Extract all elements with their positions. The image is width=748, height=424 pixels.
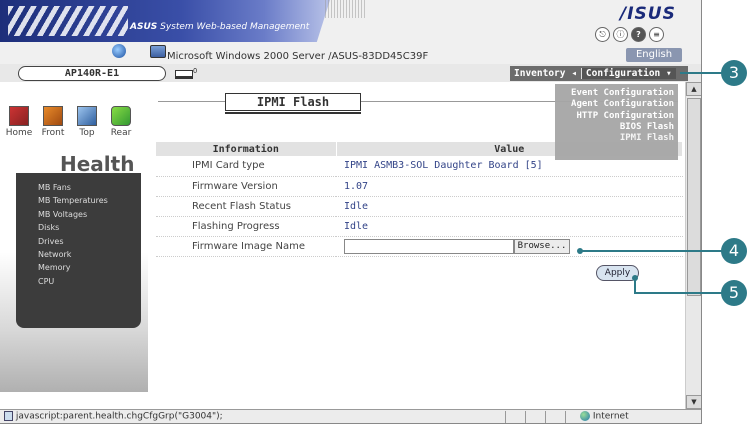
- nav-configuration[interactable]: Configuration ▾: [580, 68, 676, 79]
- callout-4: 4: [721, 238, 747, 264]
- row-value: Idle: [336, 216, 683, 237]
- menu-item-event-configuration[interactable]: Event Configuration: [555, 88, 674, 99]
- health-item-disks[interactable]: Disks: [38, 221, 141, 234]
- row-value: Idle: [336, 196, 683, 217]
- menu-item-bios-flash[interactable]: BIOS Flash: [555, 122, 674, 133]
- brand-banner: [0, 0, 330, 42]
- status-pane: [565, 411, 566, 423]
- scroll-up-icon[interactable]: ▲: [686, 82, 701, 96]
- home-icon: [9, 106, 29, 126]
- firmware-image-input[interactable]: [344, 238, 514, 254]
- asus-stripes-logo: [8, 6, 128, 36]
- health-item-memory[interactable]: Memory: [38, 261, 141, 274]
- header-texture: [325, 0, 365, 18]
- tool-icons: ⎋ ⓘ ? ≡: [595, 27, 664, 42]
- table-row: Recent Flash Status Idle: [156, 196, 683, 217]
- health-item-cpu[interactable]: CPU: [38, 275, 141, 288]
- menu-item-agent-configuration[interactable]: Agent Configuration: [555, 99, 674, 110]
- view-home-label: Home: [5, 128, 33, 138]
- brand-rest: System Web-based Management: [157, 22, 310, 32]
- callout-5: 5: [721, 280, 747, 306]
- scroll-thumb[interactable]: [687, 98, 701, 296]
- globe-icon: [112, 44, 126, 58]
- callout-5-leader: [634, 292, 722, 294]
- info-icon[interactable]: ⓘ: [613, 27, 628, 42]
- computer-icon: [149, 44, 166, 58]
- row-label: Flashing Progress: [156, 216, 336, 237]
- table-row: Flashing Progress Idle: [156, 216, 683, 237]
- view-front[interactable]: Front: [37, 106, 69, 138]
- rear-icon: [111, 106, 131, 126]
- vertical-scrollbar[interactable]: ▲ ▼: [685, 82, 701, 409]
- logout-icon[interactable]: ⎋: [595, 27, 610, 42]
- server-icons: [112, 44, 166, 58]
- callout-5-dot: [632, 275, 638, 281]
- scroll-down-icon[interactable]: ▼: [686, 395, 701, 409]
- alert-count-value: 0: [193, 67, 198, 75]
- status-message: javascript:parent.health.chgCfgGrp("G300…: [15, 411, 223, 422]
- callout-3-leader: [680, 72, 722, 74]
- health-item-mb-fans[interactable]: MB Fans: [38, 181, 141, 194]
- app-header: ASUS System Web-based Management Microso…: [0, 0, 701, 64]
- status-bar: javascript:parent.health.chgCfgGrp("G300…: [0, 409, 701, 423]
- brand-prefix: ASUS: [130, 22, 158, 32]
- view-rear[interactable]: Rear: [105, 106, 137, 138]
- page-title: IPMI Flash: [225, 93, 361, 114]
- table-row: Firmware Image Name Browse...: [156, 236, 683, 257]
- host-name: AP140R-E1: [18, 66, 166, 81]
- internet-globe-icon: [580, 411, 590, 421]
- view-top-label: Top: [79, 128, 95, 138]
- view-rear-label: Rear: [110, 128, 132, 138]
- security-zone: Internet: [580, 411, 629, 422]
- configuration-menu: Event Configuration Agent Configuration …: [555, 84, 678, 160]
- health-item-mb-temperatures[interactable]: MB Temperatures: [38, 194, 141, 207]
- menu-bar: AP140R-E1 0 Inventory ◂ Configuration ▾: [0, 64, 701, 82]
- page-icon: [4, 411, 13, 421]
- alert-count: 0: [175, 67, 197, 79]
- left-navigation: Home Front Top Rear Health MB Fans MB Te…: [0, 82, 148, 392]
- front-icon: [43, 106, 63, 126]
- health-panel: MB Fans MB Temperatures MB Voltages Disk…: [16, 173, 141, 328]
- row-label: Firmware Image Name: [156, 236, 336, 257]
- row-label: IPMI Card type: [156, 156, 336, 177]
- menu-item-ipmi-flash[interactable]: IPMI Flash: [555, 133, 674, 144]
- language-button[interactable]: English: [626, 48, 682, 62]
- status-pane: [505, 411, 506, 423]
- server-name: Microsoft Windows 2000 Server /ASUS-83DD…: [167, 51, 429, 62]
- tray-icon: [175, 69, 193, 79]
- view-icons: Home Front Top Rear: [3, 106, 137, 138]
- row-value: 1.07: [336, 176, 683, 197]
- column-information: Information: [156, 142, 337, 156]
- status-pane: [545, 411, 546, 423]
- callout-3: 3: [721, 60, 747, 86]
- status-text: javascript:parent.health.chgCfgGrp("G300…: [4, 411, 223, 422]
- top-nav: Inventory ◂ Configuration ▾: [510, 66, 688, 81]
- health-item-network[interactable]: Network: [38, 248, 141, 261]
- row-label: Firmware Version: [156, 176, 336, 197]
- status-pane: [525, 411, 526, 423]
- menu-item-http-configuration[interactable]: HTTP Configuration: [555, 111, 674, 122]
- brand-title: ASUS System Web-based Management: [130, 22, 309, 32]
- health-item-drives[interactable]: Drives: [38, 235, 141, 248]
- top-icon: [77, 106, 97, 126]
- nav-inventory[interactable]: Inventory ◂: [510, 68, 581, 79]
- row-label: Recent Flash Status: [156, 196, 336, 217]
- zone-label: Internet: [592, 411, 629, 422]
- callout-4-leader: [580, 250, 722, 252]
- asus-logo: /ISUS: [620, 4, 676, 24]
- view-front-label: Front: [41, 128, 65, 138]
- help-icon[interactable]: ?: [631, 27, 646, 42]
- document-icon[interactable]: ≡: [649, 27, 664, 42]
- firmware-file-cell: Browse...: [336, 236, 683, 257]
- callout-4-dot: [577, 248, 583, 254]
- view-home[interactable]: Home: [3, 106, 35, 138]
- browse-button[interactable]: Browse...: [514, 238, 570, 254]
- table-row: Firmware Version 1.07: [156, 176, 683, 197]
- health-item-mb-voltages[interactable]: MB Voltages: [38, 208, 141, 221]
- browser-window: ASUS System Web-based Management Microso…: [0, 0, 702, 424]
- view-top[interactable]: Top: [71, 106, 103, 138]
